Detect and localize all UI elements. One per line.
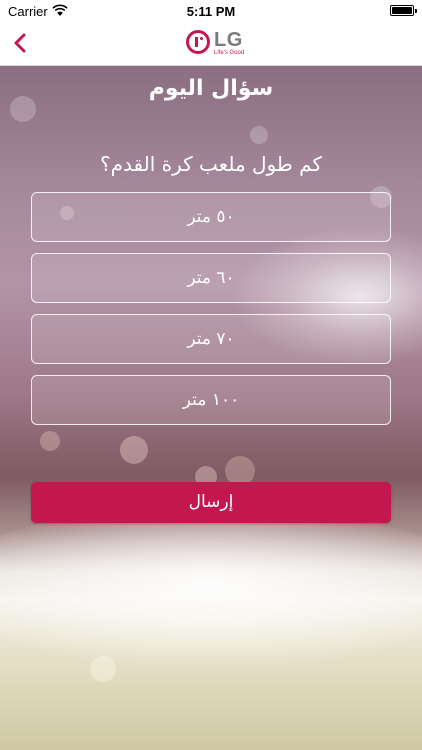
back-button[interactable] — [6, 28, 36, 58]
answer-option-100[interactable]: ١٠٠ متر — [31, 375, 391, 425]
quiz-screen: سؤال اليوم كم طول ملعب كرة القدم؟ ٥٠ متر… — [0, 66, 422, 750]
status-time: 5:11 PM — [186, 4, 236, 19]
logo-text: LG — [214, 29, 243, 51]
navigation-bar: LG Life's Good — [0, 22, 422, 66]
status-bar: Carrier 5:11 PM — [0, 0, 422, 22]
answer-option-50[interactable]: ٥٠ متر — [31, 192, 391, 242]
lg-logo-icon — [186, 30, 210, 54]
chevron-left-icon — [14, 33, 26, 53]
bokeh-dot — [90, 656, 116, 682]
answer-option-70[interactable]: ٧٠ متر — [31, 314, 391, 364]
stadium-haze — [0, 506, 422, 666]
quiz-question: كم طول ملعب كرة القدم؟ — [100, 152, 322, 176]
bokeh-dot — [40, 431, 60, 451]
submit-button[interactable]: إرسال — [31, 482, 391, 523]
bokeh-dot — [250, 126, 268, 144]
logo-tagline: Life's Good — [214, 50, 245, 56]
page-title: سؤال اليوم — [148, 76, 274, 101]
answer-option-60[interactable]: ٦٠ متر — [31, 253, 391, 303]
bokeh-dot — [120, 436, 148, 464]
battery-icon — [390, 5, 417, 16]
